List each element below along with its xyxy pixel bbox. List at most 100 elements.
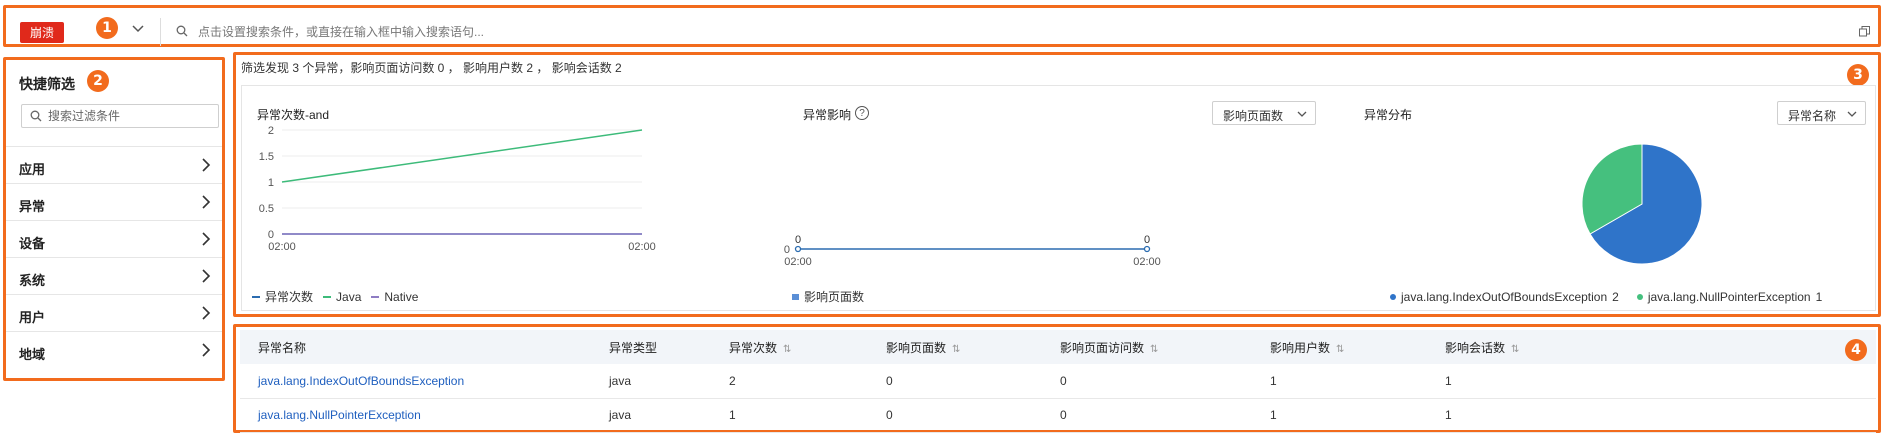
data-label: 0 <box>795 234 801 246</box>
annotation-badge-1: 1 <box>96 17 118 39</box>
exception-name-link[interactable]: java.lang.NullPointerException <box>240 398 591 433</box>
y-tick-label: 0.5 <box>259 203 274 215</box>
divider <box>160 18 161 46</box>
filter-category-list: 应用 异常 设备 系统 用户 地域 <box>6 146 222 368</box>
table-cell: 1 <box>1252 398 1427 433</box>
legend-item-exception-count[interactable]: 异常次数 <box>252 288 313 305</box>
chevron-down-icon[interactable] <box>131 22 151 42</box>
distribution-dimension-select[interactable]: 异常名称 <box>1777 101 1866 125</box>
legend-item-java[interactable]: Java <box>323 290 361 304</box>
table-cell: 1 <box>1427 398 1876 433</box>
filter-search-input[interactable] <box>48 108 213 124</box>
data-point <box>794 245 802 253</box>
chevron-right-icon <box>201 306 211 323</box>
legend-item-affected-pages[interactable]: 影响页面数 <box>792 288 864 305</box>
charts-panel: 筛选发现 3 个异常，影响页面访问数 0 ， 影响用户数 2 ， 影响会话数 2… <box>233 52 1881 317</box>
chart3-legend: java.lang.IndexOutOfBoundsException 2 jav… <box>1390 290 1822 304</box>
exception-name-link[interactable]: java.lang.IndexOutOfBoundsException <box>240 364 591 399</box>
sort-icon[interactable]: ⇅ <box>1511 344 1519 355</box>
x-tick-label: 02:00 <box>1133 256 1161 268</box>
exception-table: 异常名称 异常类型 异常次数 ⇅ 影响页面数 ⇅ 影响页面访问数 ⇅ 影响用户数 ⇅ 影… <box>240 330 1876 433</box>
exception-table-panel: 4 异常名称 异常类型 异常次数 ⇅ 影响页面数 ⇅ 影响页面访问数 ⇅ 影响用户数 ⇅… <box>233 324 1881 433</box>
column-header-name: 异常名称 <box>240 330 591 364</box>
table-header-row: 异常名称 异常类型 异常次数 ⇅ 影响页面数 ⇅ 影响页面访问数 ⇅ 影响用户数 ⇅ 影… <box>240 330 1876 364</box>
table-cell: 1 <box>1427 364 1876 399</box>
sort-icon[interactable]: ⇅ <box>1150 344 1158 355</box>
sidebar-item-exception[interactable]: 异常 <box>6 183 222 220</box>
table-row: java.lang.IndexOutOfBoundsException java… <box>240 364 1876 399</box>
chart2-legend: 影响页面数 <box>792 288 864 305</box>
y-tick-label: 1 <box>268 177 274 189</box>
sidebar-item-device[interactable]: 设备 <box>6 220 222 257</box>
exception-count-line-chart: 0 0.5 1 1.5 2 02:00 02:00 <box>259 125 656 253</box>
table-cell: 0 <box>1042 398 1252 433</box>
sort-icon[interactable]: ⇅ <box>783 344 791 355</box>
filter-search-box[interactable] <box>21 104 219 128</box>
chevron-down-icon <box>1297 108 1307 122</box>
sidebar-item-label: 系统 <box>19 273 46 288</box>
search-icon <box>30 110 42 125</box>
quick-filter-sidebar: 快捷筛选 2 应用 异常 设备 系统 用户 地域 <box>3 57 225 381</box>
chevron-right-icon <box>201 269 211 286</box>
chevron-right-icon <box>201 195 211 212</box>
x-tick-label: 02:00 <box>268 241 296 253</box>
x-tick-label: 02:00 <box>784 256 812 268</box>
table-cell: 0 <box>868 364 1042 399</box>
data-point <box>1143 245 1151 253</box>
sidebar-item-system[interactable]: 系统 <box>6 257 222 294</box>
y-tick-label: 2 <box>268 125 274 137</box>
sidebar-item-label: 地域 <box>19 347 46 362</box>
annotation-badge-2: 2 <box>87 70 109 92</box>
column-header-affected-pages[interactable]: 影响页面数 ⇅ <box>868 330 1042 364</box>
y-tick-label: 0 <box>268 229 274 241</box>
column-header-affected-sessions[interactable]: 影响会话数 ⇅ <box>1427 330 1876 364</box>
crash-filter-tag[interactable]: 崩溃 <box>20 22 64 43</box>
table-cell: 1 <box>1252 364 1427 399</box>
sidebar-item-label: 异常 <box>19 199 46 214</box>
legend-item-null-pointer[interactable]: java.lang.NullPointerException 1 <box>1636 290 1822 304</box>
impact-line-chart: 00 002:00 02:00 <box>784 234 1161 268</box>
chart3-title: 异常分布 <box>1364 108 1413 122</box>
column-header-affected-users[interactable]: 影响用户数 ⇅ <box>1252 330 1427 364</box>
sidebar-item-user[interactable]: 用户 <box>6 294 222 331</box>
filter-summary: 筛选发现 3 个异常，影响页面访问数 0 ， 影响用户数 2 ， 影响会话数 2 <box>241 61 622 75</box>
sidebar-item-app[interactable]: 应用 <box>6 146 222 183</box>
table-cell: 2 <box>711 364 868 399</box>
sidebar-item-region[interactable]: 地域 <box>6 331 222 368</box>
legend-item-native[interactable]: Native <box>371 290 418 304</box>
charts-container: 异常次数-and 0 0.5 1 1.5 2 02:00 02:00 异常次数 Java N… <box>241 85 1876 311</box>
help-icon[interactable]: ? <box>855 106 869 120</box>
impact-metric-select[interactable]: 影响页面数 <box>1212 101 1316 125</box>
search-input[interactable] <box>198 21 1838 43</box>
sidebar-item-label: 设备 <box>19 236 46 251</box>
chevron-down-icon <box>1847 108 1857 122</box>
sidebar-item-label: 应用 <box>19 162 46 177</box>
column-header-count[interactable]: 异常次数 ⇅ <box>711 330 868 364</box>
sort-icon[interactable]: ⇅ <box>1336 344 1344 355</box>
chevron-right-icon <box>201 343 211 360</box>
data-label: 0 <box>1144 234 1150 246</box>
x-tick-label: 02:00 <box>628 241 656 253</box>
sidebar-item-label: 用户 <box>19 310 46 325</box>
search-icon <box>176 25 188 40</box>
legend-item-index-out-of-bounds[interactable]: java.lang.IndexOutOfBoundsException 2 <box>1390 290 1619 304</box>
annotation-badge-4: 4 <box>1845 339 1867 361</box>
sort-icon[interactable]: ⇅ <box>952 344 960 355</box>
sidebar-title: 快捷筛选 <box>19 76 75 92</box>
table-cell: 1 <box>711 398 868 433</box>
table-row: java.lang.NullPointerException java 1 0 … <box>240 398 1876 433</box>
expand-icon[interactable] <box>1859 26 1870 40</box>
column-header-type: 异常类型 <box>591 330 711 364</box>
search-bar: 崩溃 1 <box>3 5 1881 47</box>
column-header-page-visits[interactable]: 影响页面访问数 ⇅ <box>1042 330 1252 364</box>
chart2-title: 异常影响 <box>803 108 852 122</box>
table-cell: java <box>591 364 711 399</box>
table-cell: java <box>591 398 711 433</box>
chevron-right-icon <box>201 158 211 175</box>
chart1-legend: 异常次数 Java Native <box>252 288 418 305</box>
exception-distribution-pie-chart <box>1581 143 1703 265</box>
table-cell: 0 <box>868 398 1042 433</box>
y-tick-label: 0 <box>784 244 790 256</box>
chevron-right-icon <box>201 232 211 249</box>
annotation-badge-3: 3 <box>1847 64 1869 86</box>
